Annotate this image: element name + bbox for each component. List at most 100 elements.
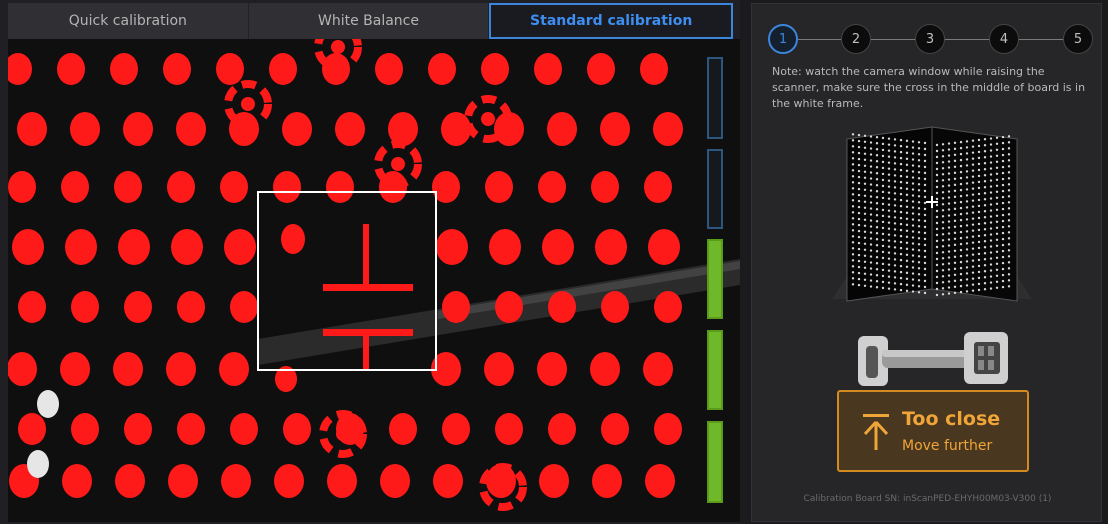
instruction-note: Note: watch the camera window while rais… [772,65,1086,110]
calibration-dot [115,464,145,498]
calibration-dot [335,112,365,146]
calibration-dot [590,352,620,386]
calibration-panel: Quick calibration White Balance Standard… [0,0,740,524]
calibration-dot [654,413,682,445]
calibration-dot [327,464,357,498]
calibration-dot [230,291,258,323]
calibration-dot [177,413,205,445]
camera-view [8,39,740,522]
calibration-dot [654,291,682,323]
calibration-dot [269,53,297,85]
calibration-dot [485,171,513,203]
calibration-dot [114,171,142,203]
saturated-dot [27,450,49,478]
calibration-dot [495,413,523,445]
distance-meter-segment [707,330,723,410]
calibration-dot [481,53,509,85]
calibration-dot [283,413,311,445]
calibration-dot [648,229,680,265]
camera-image [8,39,740,522]
tab-bar: Quick calibration White Balance Standard… [8,3,734,39]
calibration-dot [587,53,615,85]
calibration-dot [177,291,205,323]
calibration-dot [645,464,675,498]
warning-subtitle: Move further [902,438,993,454]
step-1: 1 [768,24,798,54]
calibration-dot [538,171,566,203]
coded-target [336,427,350,441]
calibration-dot [591,171,619,203]
calibration-dot [282,112,312,146]
calibration-dot [221,464,251,498]
calibration-dot [224,229,256,265]
calibration-dot [70,112,100,146]
saturated-dot [37,390,59,418]
calibration-dot [495,291,523,323]
coded-target [241,97,255,111]
step-4: 4 [989,24,1019,54]
calibration-dot [12,229,44,265]
calibration-dot [489,229,521,265]
calibration-dot [548,413,576,445]
step-2: 2 [841,24,871,54]
calibration-dot [230,413,258,445]
tab-standard-calibration[interactable]: Standard calibration [489,3,734,39]
calibration-dot [18,291,46,323]
calibration-dot [547,112,577,146]
calibration-dot [537,352,567,386]
calibration-dot [61,171,89,203]
calibration-dot [220,171,248,203]
distance-meter-segment [707,57,723,139]
coded-target [391,157,405,171]
calibration-dot [176,112,206,146]
calibration-dot [168,464,198,498]
calibration-dot [640,53,668,85]
calibration-dot [123,112,153,146]
calibration-dot [8,352,37,386]
calibration-dot [653,112,683,146]
calibration-dot [534,53,562,85]
distance-meter-segment [707,421,723,503]
coded-target [496,480,510,494]
distance-meter-segment [707,149,723,229]
calibration-dot [60,352,90,386]
calibration-dot [592,464,622,498]
calibration-dot [167,171,195,203]
calibration-dot [433,464,463,498]
calibration-dot [484,352,514,386]
coded-target [481,112,495,126]
warning-title: Too close [902,408,1001,430]
calibration-dot [548,291,576,323]
calibration-dot [539,464,569,498]
arrow-up-icon [863,414,889,450]
calibration-dot [389,413,417,445]
calibration-board-serial: Calibration Board SN: inScanPED-EHYH00M0… [803,494,1052,504]
calibration-dot [542,229,574,265]
calibration-dot [643,352,673,386]
calibration-dot [57,53,85,85]
distance-meter-segment [707,239,723,319]
step-indicator: 1 2 3 4 5 [768,24,1093,54]
coded-target [331,40,345,54]
calibration-dot [17,112,47,146]
tab-quick-calibration[interactable]: Quick calibration [8,3,249,39]
calibration-dot [163,53,191,85]
calibration-dot [71,291,99,323]
calibration-dot [442,291,470,323]
scanner-illustration [858,332,1008,386]
calibration-dot [65,229,97,265]
calibration-dot [166,352,196,386]
step-3: 3 [915,24,945,54]
tab-white-balance[interactable]: White Balance [248,3,490,39]
calibration-dot [273,171,301,203]
calibration-dot [124,413,152,445]
calibration-dot [595,229,627,265]
calibration-dot [600,112,630,146]
calibration-dot [436,229,468,265]
calibration-dot [601,413,629,445]
calibration-board-illustration [832,126,1032,302]
calibration-dot [8,171,36,203]
calibration-dot [428,53,456,85]
calibration-dot [124,291,152,323]
step-5: 5 [1063,24,1093,54]
